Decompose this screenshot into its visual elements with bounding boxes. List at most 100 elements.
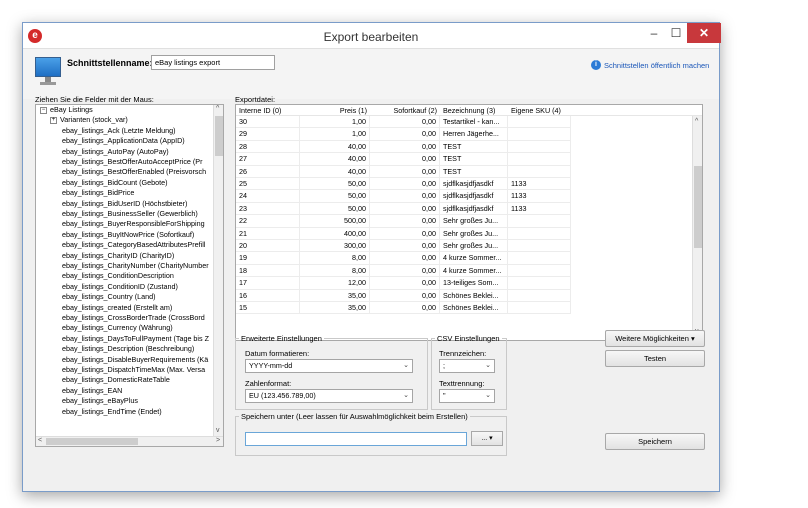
grid-cell[interactable] <box>508 116 571 129</box>
publish-interfaces-link[interactable]: Schnittstellen öffentlich machen <box>604 61 709 70</box>
tree-item-field[interactable]: ebay_listings_BidCount (Gebote) <box>62 178 167 188</box>
grid-cell[interactable]: sjdflkasjdfjasdkf <box>440 202 508 216</box>
tree-item-variants[interactable]: Varianten (stock_var) <box>60 115 128 125</box>
tree-item-field[interactable]: ebay_listings_DaysToFullPayment (Tage bi… <box>62 334 209 344</box>
grid-cell[interactable]: 0,00 <box>370 240 440 253</box>
tree-item-field[interactable]: ebay_listings_BestOfferEnabled (Preisvor… <box>62 167 206 177</box>
tree-item-field[interactable]: ebay_listings_CrossBorderTrade (CrossBor… <box>62 313 205 323</box>
grid-cell[interactable]: 35,00 <box>300 302 370 315</box>
grid-column-header[interactable]: Bezeichnung (3) <box>440 105 508 116</box>
tree-root-ebay-listings[interactable]: eBay Listings <box>50 105 93 115</box>
grid-cell[interactable]: 4 kurze Sommer... <box>440 252 508 265</box>
grid-cell[interactable] <box>508 128 571 141</box>
number-format-select[interactable]: EU (123.456.789,00) ⌄ <box>245 389 413 403</box>
grid-cell[interactable] <box>508 289 571 302</box>
grid-cell[interactable]: 50,00 <box>300 190 370 203</box>
grid-cell[interactable]: 29 <box>236 128 300 141</box>
grid-cell[interactable]: 1133 <box>508 202 571 216</box>
grid-cell[interactable]: Schönes Beklei... <box>440 302 508 315</box>
grid-cell[interactable]: 400,00 <box>300 227 370 240</box>
grid-cell[interactable]: 0,00 <box>370 116 440 129</box>
tree-collapse-toggle[interactable]: − <box>40 107 47 114</box>
grid-cell[interactable]: 0,00 <box>370 178 440 191</box>
tree-item-field[interactable]: ebay_listings_BuyItNowPrice (Sofortkauf) <box>62 230 194 240</box>
grid-cell[interactable]: 27 <box>236 153 300 166</box>
grid-cell[interactable]: 8,00 <box>300 252 370 265</box>
grid-cell[interactable] <box>508 264 571 278</box>
grid-cell[interactable]: 0,00 <box>370 215 440 228</box>
tree-item-field[interactable]: ebay_listings_AutoPay (AutoPay) <box>62 147 169 157</box>
grid-cell[interactable]: 1133 <box>508 178 571 191</box>
tree-item-field[interactable]: ebay_listings_DispatchTimeMax (Max. Vers… <box>62 365 205 375</box>
tree-item-field[interactable]: ebay_listings_BusinessSeller (Gewerblich… <box>62 209 198 219</box>
tree-item-field[interactable]: ebay_listings_Ack (Letzte Meldung) <box>62 126 175 136</box>
grid-cell[interactable]: 50,00 <box>300 178 370 191</box>
grid-cell[interactable] <box>508 302 571 315</box>
grid-cell[interactable] <box>508 277 571 290</box>
tree-item-field[interactable]: ebay_listings_eBayPlus <box>62 396 138 406</box>
grid-cell[interactable]: 19 <box>236 252 300 265</box>
grid-cell[interactable]: Testartikel - kan... <box>440 116 508 129</box>
grid-column-header[interactable]: Interne ID (0) <box>236 105 300 116</box>
close-button[interactable]: ✕ <box>687 23 721 43</box>
grid-cell[interactable]: 0,00 <box>370 227 440 240</box>
grid-cell[interactable] <box>508 165 571 178</box>
grid-cell[interactable]: 40,00 <box>300 165 370 178</box>
export-preview-grid[interactable]: Interne ID (0) Preis (1) Sofortkauf (2) Bez… <box>235 104 703 341</box>
grid-cell[interactable]: 50,00 <box>300 202 370 216</box>
grid-cell[interactable]: 1133 <box>508 190 571 203</box>
grid-cell[interactable]: 23 <box>236 202 300 216</box>
grid-cell[interactable]: TEST <box>440 140 508 154</box>
tree-vertical-scrollbar[interactable]: ^ v <box>213 105 223 438</box>
grid-cell[interactable]: 1,00 <box>300 128 370 141</box>
tree-item-field[interactable]: ebay_listings_ConditionDescription <box>62 271 174 281</box>
grid-cell[interactable]: 0,00 <box>370 202 440 216</box>
tree-expand-toggle[interactable]: + <box>50 116 57 124</box>
grid-cell[interactable]: 16 <box>236 289 300 302</box>
grid-cell[interactable]: 12,00 <box>300 277 370 290</box>
tree-item-field[interactable]: ebay_listings_DomesticRateTable <box>62 375 170 385</box>
tree-horizontal-scrollbar[interactable]: < > <box>36 436 223 446</box>
tree-item-field[interactable]: ebay_listings_CharityNumber (CharityNumb… <box>62 261 209 271</box>
grid-cell[interactable] <box>508 153 571 166</box>
grid-cell[interactable]: 22 <box>236 215 300 228</box>
grid-vertical-scroll-thumb[interactable] <box>694 166 702 248</box>
grid-cell[interactable]: 17 <box>236 277 300 290</box>
grid-cell[interactable]: 35,00 <box>300 289 370 302</box>
grid-cell[interactable]: 0,00 <box>370 165 440 178</box>
tree-horizontal-scroll-thumb[interactable] <box>46 438 138 445</box>
grid-cell[interactable]: 0,00 <box>370 264 440 278</box>
grid-cell[interactable]: sjdflkasjdfjasdkf <box>440 178 508 191</box>
tree-vertical-scroll-thumb[interactable] <box>215 116 223 156</box>
separator-select[interactable]: ; ⌄ <box>439 359 495 373</box>
info-icon[interactable]: i <box>591 60 601 70</box>
grid-cell[interactable]: 30 <box>236 116 300 129</box>
grid-cell[interactable]: 4 kurze Sommer... <box>440 264 508 278</box>
save-path-input[interactable] <box>245 432 467 446</box>
grid-cell[interactable]: 18 <box>236 264 300 278</box>
tree-item-field[interactable]: ebay_listings_Description (Beschreibung) <box>62 344 194 354</box>
more-options-button[interactable]: Weitere Möglichkeiten ▾ <box>605 330 705 347</box>
interface-name-input[interactable]: eBay listings export <box>151 55 275 70</box>
tree-item-field[interactable]: ebay_listings_EndTime (Endet) <box>62 407 162 417</box>
grid-column-header[interactable]: Eigene SKU (4) <box>508 105 571 116</box>
grid-cell[interactable]: Sehr großes Ju... <box>440 240 508 253</box>
tree-item-field[interactable]: ebay_listings_BidPrice <box>62 188 134 198</box>
grid-column-header[interactable]: Sofortkauf (2) <box>370 105 440 116</box>
tree-item-field[interactable]: ebay_listings_ApplicationData (AppID) <box>62 136 185 146</box>
grid-cell[interactable]: 0,00 <box>370 128 440 141</box>
maximize-button[interactable]: ☐ <box>665 23 687 43</box>
minimize-button[interactable]: – <box>643 23 665 43</box>
grid-cell[interactable] <box>508 240 571 253</box>
grid-cell[interactable]: 0,00 <box>370 302 440 315</box>
grid-cell[interactable]: 13-teiliges Som... <box>440 277 508 290</box>
tree-item-field[interactable]: ebay_listings_ConditionID (Zustand) <box>62 282 178 292</box>
date-format-select[interactable]: YYYY-mm-dd ⌄ <box>245 359 413 373</box>
tree-item-field[interactable]: ebay_listings_CategoryBasedAttributesPre… <box>62 240 205 250</box>
grid-cell[interactable]: 40,00 <box>300 153 370 166</box>
tree-item-field[interactable]: ebay_listings_Currency (Währung) <box>62 323 173 333</box>
tree-item-field[interactable]: ebay_listings_DisableBuyerRequirements (… <box>62 355 208 365</box>
grid-cell[interactable]: sjdflkasjdfjasdkf <box>440 190 508 203</box>
browse-button[interactable]: ... ▾ <box>471 431 503 446</box>
grid-cell[interactable] <box>508 140 571 154</box>
